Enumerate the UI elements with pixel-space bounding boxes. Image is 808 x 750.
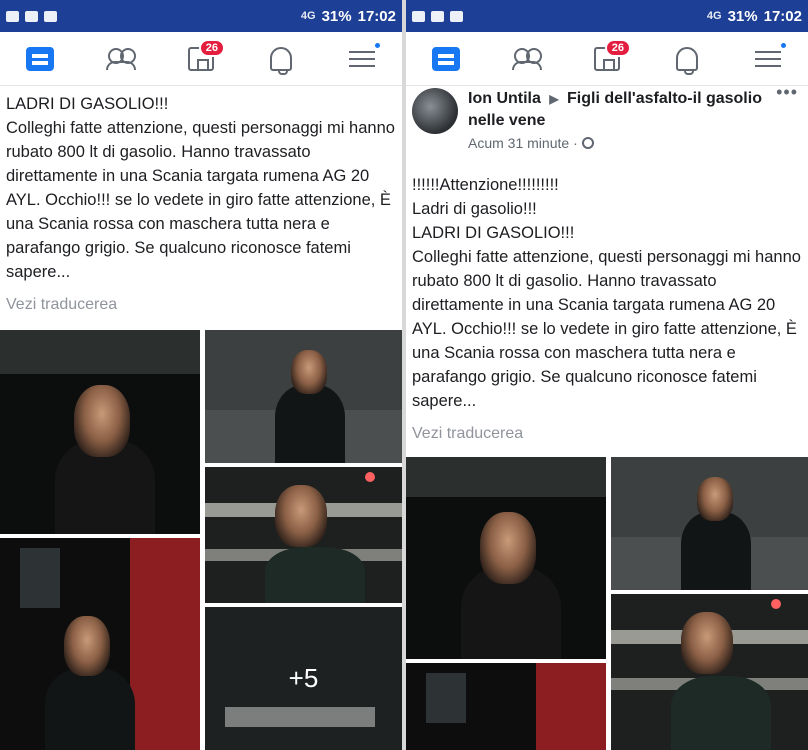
facebook-notification-icon [412, 10, 425, 22]
author-avatar[interactable] [412, 88, 458, 134]
status-indicators: 4G 31% 17:02 [301, 8, 396, 25]
post-line: !!!!!!Attenzione!!!!!!!!! [412, 176, 559, 194]
post-line: LADRI DI GASOLIO!!! [412, 224, 575, 242]
friends-icon [105, 47, 136, 70]
arrow-right-icon: ▶ [549, 92, 559, 106]
post-time[interactable]: Acum 31 minute [468, 135, 569, 151]
tab-menu[interactable] [340, 39, 384, 79]
photo-3[interactable] [205, 467, 402, 603]
notification-icons [412, 10, 463, 22]
menu-notification-dot [778, 40, 788, 50]
hamburger-menu-icon [348, 49, 375, 69]
clock: 17:02 [763, 7, 802, 25]
post-line: Ladri di gasolio!!! [412, 200, 537, 218]
post-title: Ion Untila ▶ Figli dell'asfalto-il gasol… [468, 88, 802, 131]
post-line: Colleghi fatte attenzione, questi person… [6, 119, 400, 281]
post-body: !!!!!!Attenzione!!!!!!!!! Ladri di gasol… [406, 151, 808, 413]
light [771, 599, 781, 609]
photo-5[interactable]: +5 [205, 607, 402, 750]
person-face [64, 616, 110, 676]
tab-marketplace[interactable]: 26 [585, 38, 631, 79]
top-navigation: 26 [406, 32, 808, 86]
tab-news-feed[interactable] [424, 39, 468, 79]
person-body [275, 385, 345, 463]
top-navigation: 26 [0, 32, 402, 86]
post-header: Ion Untila ▶ Figli dell'asfalto-il gasol… [406, 82, 808, 151]
marketplace-badge: 26 [198, 38, 225, 57]
photo-4[interactable] [406, 663, 606, 750]
red-truck-panel [536, 663, 606, 750]
photo-grid: +5 [0, 330, 402, 750]
tab-menu[interactable] [746, 39, 790, 79]
battery-level: 31% [321, 7, 352, 25]
photo-grid [406, 457, 808, 750]
more-photos-overlay[interactable]: +5 [205, 607, 402, 750]
red-truck-panel [130, 538, 200, 750]
network-label: 4G [300, 10, 316, 22]
tab-friends[interactable] [505, 39, 549, 79]
friends-icon [511, 47, 542, 70]
post-header-text: Ion Untila ▶ Figli dell'asfalto-il gasol… [468, 88, 802, 151]
person-face [480, 512, 536, 584]
right-screenshot: 4G 31% 17:02 26 Ion Untila ▶ Figli dell'… [406, 0, 808, 750]
tab-friends[interactable] [99, 39, 143, 79]
window [20, 548, 60, 608]
email-notification-icon [431, 10, 444, 22]
photo-background [406, 457, 606, 497]
battery-level: 31% [727, 7, 758, 25]
photo-3[interactable] [611, 594, 808, 750]
person-face [275, 485, 327, 547]
person-body [265, 547, 365, 603]
status-indicators: 4G 31% 17:02 [707, 8, 802, 25]
bell-icon [676, 46, 699, 75]
tab-news-feed[interactable] [18, 39, 62, 79]
person-face [74, 385, 130, 457]
photo-2[interactable] [611, 457, 808, 590]
bell-icon [270, 46, 293, 75]
post-body: LADRI DI GASOLIO!!! Colleghi fatte atten… [0, 86, 402, 284]
person-face [291, 350, 327, 394]
post-line: LADRI DI GASOLIO!!! [6, 95, 169, 113]
more-options-icon[interactable]: ••• [776, 82, 798, 103]
messenger-notification-icon [44, 10, 57, 22]
photo-background [0, 330, 200, 374]
person-body [671, 676, 771, 750]
notification-icons [6, 10, 57, 22]
author-name[interactable]: Ion Untila [468, 90, 541, 107]
facebook-notification-icon [6, 10, 19, 22]
network-label: 4G [706, 10, 722, 22]
photo-1[interactable] [406, 457, 606, 659]
status-bar: 4G 31% 17:02 [0, 0, 402, 32]
email-notification-icon [25, 10, 38, 22]
see-translation-link[interactable]: Vezi traducerea [0, 284, 402, 324]
person-face [681, 612, 733, 674]
person-body [45, 668, 135, 750]
globe-icon [581, 137, 594, 149]
tab-marketplace[interactable]: 26 [179, 38, 225, 79]
left-screenshot: 4G 31% 17:02 26 LADRI DI GASOLIO!!! Coll… [0, 0, 402, 750]
photo-1[interactable] [0, 330, 200, 534]
person-face [697, 477, 733, 521]
see-translation-link[interactable]: Vezi traducerea [406, 413, 808, 453]
window [426, 673, 466, 723]
messenger-notification-icon [450, 10, 463, 22]
tab-notifications[interactable] [259, 39, 303, 79]
status-bar: 4G 31% 17:02 [406, 0, 808, 32]
post-line: Colleghi fatte attenzione, questi person… [412, 248, 806, 410]
meta-separator: · [573, 135, 578, 151]
news-feed-icon [432, 46, 461, 71]
person-body [681, 512, 751, 590]
menu-notification-dot [372, 40, 382, 50]
photo-2[interactable] [205, 330, 402, 463]
post-meta: Acum 31 minute · [468, 135, 802, 151]
hamburger-menu-icon [754, 49, 781, 69]
light [365, 472, 375, 482]
news-feed-icon [26, 46, 55, 71]
clock: 17:02 [357, 7, 396, 25]
photo-4[interactable] [0, 538, 200, 750]
tab-notifications[interactable] [665, 39, 709, 79]
marketplace-badge: 26 [604, 38, 631, 57]
